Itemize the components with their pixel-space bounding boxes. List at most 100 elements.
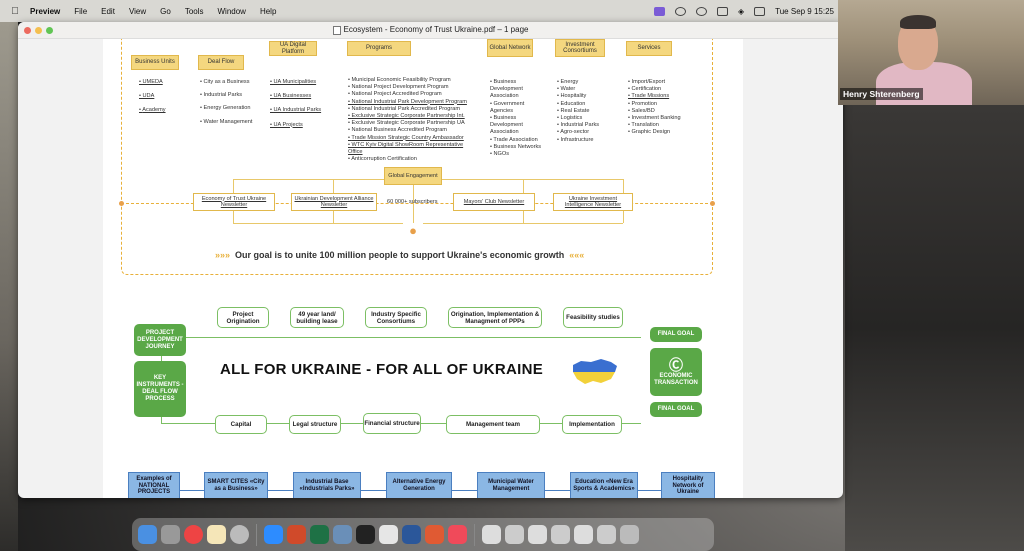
participant-hair [900, 15, 936, 29]
network-list-item: Exclusive Strategic Corporate Partnershi… [348, 120, 470, 127]
zoom-icon[interactable] [264, 525, 283, 544]
network-column-list: Business Development AssociationGovernme… [490, 79, 546, 158]
control-center-icon[interactable] [754, 6, 766, 16]
network-list-item[interactable]: UA Businesses [270, 93, 332, 100]
network-column-header: Programs [347, 41, 411, 56]
menu-view[interactable]: View [129, 7, 146, 16]
network-list-item: Infrastructure [557, 137, 619, 144]
network-column-header: UA Digital Platform [269, 41, 317, 56]
network-list-item: NGOs [490, 151, 546, 158]
journey-step[interactable]: 49 year land/ building lease [290, 307, 344, 328]
sync-icon[interactable] [674, 6, 686, 16]
apple-menu-icon[interactable]:  [0, 6, 30, 17]
engagement-line [333, 211, 334, 223]
launchpad-icon[interactable] [161, 525, 180, 544]
network-list-item: Sales/BD [628, 108, 690, 115]
journey-step[interactable]: Industry Specific Consortiums [365, 307, 427, 328]
app-menu[interactable]: Preview [30, 7, 60, 16]
network-column-header: Deal Flow [198, 55, 244, 70]
app-icon[interactable] [425, 525, 444, 544]
network-list-item[interactable]: UMEDA [139, 79, 201, 86]
network-list-item[interactable]: UA Industrial Parks [270, 107, 332, 114]
slogan: ALL FOR UKRAINE - FOR ALL OF UKRAINE [220, 361, 544, 378]
network-list-item: National Business Accredited Program [348, 127, 470, 134]
webcam-feed: Henry Shterenberg [838, 0, 1024, 105]
finder-icon[interactable] [138, 525, 157, 544]
journey-line [161, 337, 641, 338]
network-list-item: Anticorruption Certification [348, 156, 470, 163]
settings-icon[interactable] [230, 525, 249, 544]
recent-document-icon[interactable] [482, 525, 501, 544]
newsletter-box[interactable]: Economy of Trust Ukraine Newsletter [193, 193, 275, 211]
menu-tools[interactable]: Tools [185, 7, 204, 16]
network-column-header: Services [626, 41, 672, 56]
clock[interactable]: Tue Sep 9 15:25 [775, 7, 834, 16]
recent-document-icon[interactable] [551, 525, 570, 544]
network-column-list: Import/ExportCertificationTrade Missions… [628, 79, 690, 137]
network-list-item: National Industrial Park Accredited Prog… [348, 106, 470, 113]
text-input-icon[interactable] [716, 6, 728, 16]
menu-edit[interactable]: Edit [101, 7, 115, 16]
newsletter-box[interactable]: Mayors' Club Newsletter [453, 193, 535, 211]
instrument-step[interactable]: Implementation [562, 415, 622, 434]
recent-document-icon[interactable] [574, 525, 593, 544]
powerpoint-icon[interactable] [287, 525, 306, 544]
journey-step[interactable]: Project Origination [217, 307, 269, 328]
project-box[interactable]: Municipal Water Management [477, 472, 545, 498]
desktop-edge-right [845, 105, 1024, 551]
menu-help[interactable]: Help [260, 7, 276, 16]
journey-step[interactable]: Origination, Implementation & Managment … [448, 307, 542, 328]
frame-dot-right [710, 201, 715, 206]
recent-document-icon[interactable] [505, 525, 524, 544]
network-list-item: Logistics [557, 115, 619, 122]
trash-icon[interactable] [620, 525, 639, 544]
excel-icon[interactable] [310, 525, 329, 544]
newsletter-box[interactable]: Ukraine Investment Intelligence Newslett… [553, 193, 633, 211]
dock-separator [474, 523, 475, 546]
screen-share-icon[interactable] [653, 6, 665, 16]
word-icon[interactable] [402, 525, 421, 544]
instrument-step[interactable]: Legal structure [289, 415, 341, 434]
network-list-item[interactable]: UA Municipalities [270, 79, 332, 86]
capcut-icon[interactable] [356, 525, 375, 544]
journey-step[interactable]: Feasibility studies [563, 307, 623, 328]
menu-window[interactable]: Window [218, 7, 246, 16]
slack-icon[interactable] [379, 525, 398, 544]
project-box[interactable]: Education «New Era Sports & Academics» [570, 472, 638, 498]
wifi-icon[interactable]: ◈ [738, 7, 744, 16]
music-icon[interactable] [448, 525, 467, 544]
network-list-item: Business Development Association [490, 115, 546, 137]
project-box[interactable]: SMART CITES «City as a Business» [204, 472, 268, 498]
network-list-item: Energy [557, 79, 619, 86]
final-goal-label-2: FINAL GOAL [650, 402, 702, 417]
status-area: ◈ Tue Sep 9 15:25 [653, 0, 834, 22]
chrome-icon[interactable] [184, 525, 203, 544]
menu-go[interactable]: Go [160, 7, 171, 16]
instrument-step[interactable]: Management team [446, 415, 540, 434]
network-list-item: Water [557, 86, 619, 93]
notes-icon[interactable] [207, 525, 226, 544]
network-list-item: Water Management [200, 119, 262, 126]
network-list-item[interactable]: UDA [139, 93, 201, 100]
network-list-item: Real Estate [557, 108, 619, 115]
instrument-step[interactable]: Financial structure [363, 413, 421, 434]
network-list-item: Trade Association [490, 137, 546, 144]
network-list-item[interactable]: UA Projects [270, 122, 332, 129]
frame-dot-left [119, 201, 124, 206]
project-box[interactable]: Industrial Base «Industrials Parks» [293, 472, 361, 498]
instrument-step[interactable]: Capital [215, 415, 267, 434]
project-box[interactable]: Hospitality Network of Ukraine [661, 472, 715, 498]
newsletter-box[interactable]: Ukrainian Development Alliance Newslette… [291, 193, 377, 211]
window-title: Ecosystem - Economy of Trust Ukraine.pdf… [343, 25, 529, 35]
recent-document-icon[interactable] [528, 525, 547, 544]
window-titlebar[interactable]: Ecosystem - Economy of Trust Ukraine.pdf… [18, 22, 843, 39]
menu-file[interactable]: File [74, 7, 87, 16]
network-list-item[interactable]: Academy [139, 107, 201, 114]
preview-icon[interactable] [333, 525, 352, 544]
recent-document-icon[interactable] [597, 525, 616, 544]
network-list-item: WTC Kyiv Digital ShowRoom Representative… [348, 142, 470, 156]
record-icon[interactable] [695, 6, 707, 16]
network-list-item: Graphic Design [628, 129, 690, 136]
project-box[interactable]: Examples of NATIONAL PROJECTS [128, 472, 180, 498]
project-box[interactable]: Alternative Energy Generation [386, 472, 452, 498]
